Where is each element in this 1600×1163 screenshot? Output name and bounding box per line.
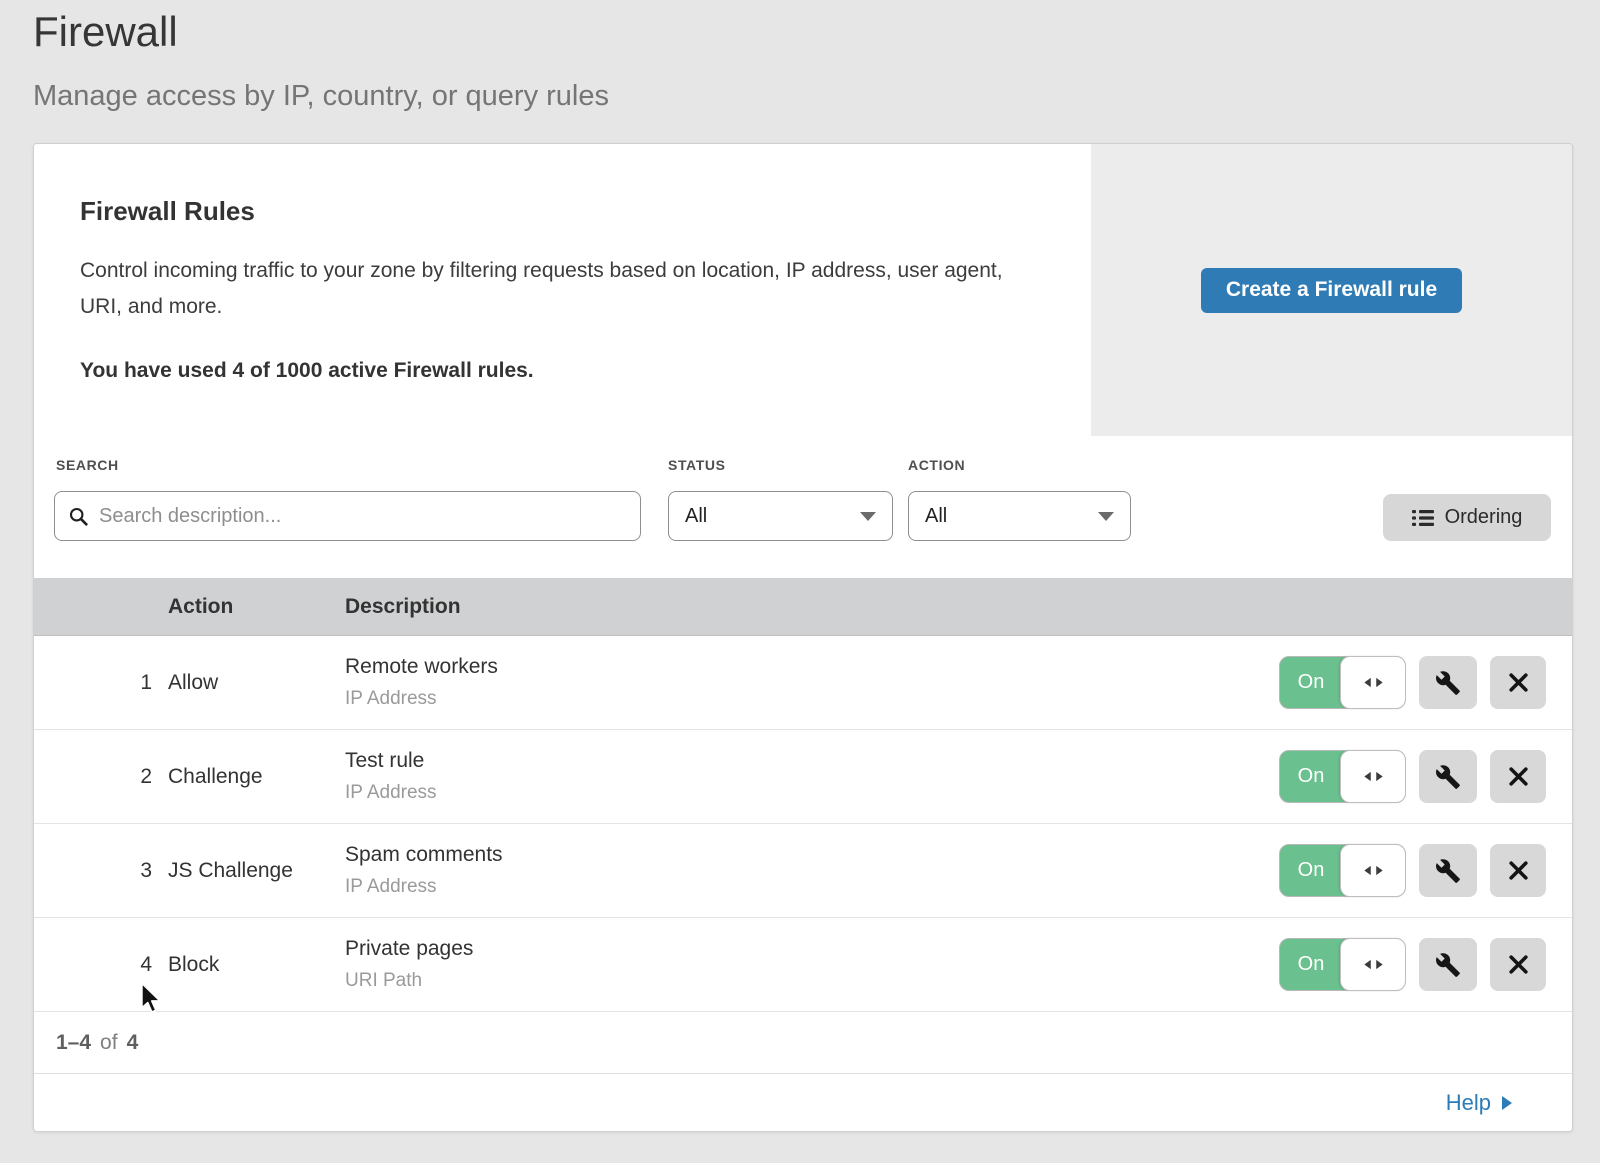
table-row: 4 Block Private pages URI Path On <box>34 918 1572 1012</box>
pagination-total: 4 <box>127 1031 139 1055</box>
rule-description: Remote workers <box>345 655 1279 679</box>
toggle-drag-handle[interactable] <box>1340 656 1406 709</box>
rule-priority: 3 <box>34 859 168 883</box>
rules-heading: Firewall Rules <box>80 196 1031 227</box>
pagination: 1–4 of 4 <box>34 1012 1572 1074</box>
toggle-drag-handle[interactable] <box>1340 844 1406 897</box>
table-row: 2 Challenge Test rule IP Address On <box>34 730 1572 824</box>
rule-action: Allow <box>168 671 345 695</box>
help-link[interactable]: Help <box>1446 1090 1512 1116</box>
rule-enabled-toggle[interactable]: On <box>1279 656 1406 709</box>
rule-description: Test rule <box>345 749 1279 773</box>
caret-down-icon <box>1098 512 1114 521</box>
rule-controls: On <box>1279 938 1546 991</box>
wrench-icon <box>1435 764 1461 790</box>
pagination-range: 1–4 <box>56 1031 91 1055</box>
table-header: Action Description <box>34 578 1572 636</box>
status-select-value: All <box>685 505 707 528</box>
toggle-state-label: On <box>1280 751 1342 802</box>
filter-bar: SEARCH STATUS All ACTION All <box>34 436 1572 578</box>
edit-rule-button[interactable] <box>1419 938 1477 991</box>
table-row: 3 JS Challenge Spam comments IP Address … <box>34 824 1572 918</box>
rule-description-cell: Remote workers IP Address <box>345 655 1279 710</box>
rule-controls: On <box>1279 750 1546 803</box>
x-icon <box>1508 672 1529 693</box>
x-icon <box>1508 766 1529 787</box>
caret-down-icon <box>860 512 876 521</box>
rule-match-type: URI Path <box>345 970 1279 992</box>
x-icon <box>1508 954 1529 975</box>
arrow-right-icon <box>1502 1096 1512 1110</box>
toggle-state-label: On <box>1280 845 1342 896</box>
edit-rule-button[interactable] <box>1419 844 1477 897</box>
toggle-state-label: On <box>1280 657 1342 708</box>
delete-rule-button[interactable] <box>1490 844 1546 897</box>
rule-description-cell: Spam comments IP Address <box>345 843 1279 898</box>
rule-priority: 4 <box>34 953 168 977</box>
rule-action: Challenge <box>168 765 345 789</box>
rule-description: Private pages <box>345 937 1279 961</box>
arrows-horizontal-icon <box>1363 865 1384 876</box>
rule-action: JS Challenge <box>168 859 345 883</box>
page-subtitle: Manage access by IP, country, or query r… <box>33 80 609 113</box>
rule-enabled-toggle[interactable]: On <box>1279 938 1406 991</box>
rule-controls: On <box>1279 656 1546 709</box>
delete-rule-button[interactable] <box>1490 656 1546 709</box>
firewall-rules-card: Firewall Rules Control incoming traffic … <box>33 143 1573 1132</box>
rule-match-type: IP Address <box>345 876 1279 898</box>
list-icon <box>1412 509 1434 527</box>
table-row: 1 Allow Remote workers IP Address On <box>34 636 1572 730</box>
search-label: SEARCH <box>56 457 119 473</box>
arrows-horizontal-icon <box>1363 959 1384 970</box>
rules-description: Control incoming traffic to your zone by… <box>80 253 1030 325</box>
arrows-horizontal-icon <box>1363 677 1384 688</box>
rules-intro-text: Firewall Rules Control incoming traffic … <box>34 144 1091 436</box>
rule-description-cell: Private pages URI Path <box>345 937 1279 992</box>
rule-description-cell: Test rule IP Address <box>345 749 1279 804</box>
action-label: ACTION <box>908 457 965 473</box>
description-column-header: Description <box>345 595 1572 619</box>
status-select[interactable]: All <box>668 491 893 541</box>
card-footer: Help <box>34 1074 1572 1131</box>
rule-priority: 2 <box>34 765 168 789</box>
wrench-icon <box>1435 858 1461 884</box>
create-rule-panel: Create a Firewall rule <box>1091 144 1572 436</box>
search-field[interactable] <box>54 491 641 541</box>
rule-action: Block <box>168 953 345 977</box>
page-title: Firewall <box>33 8 178 56</box>
wrench-icon <box>1435 670 1461 696</box>
arrows-horizontal-icon <box>1363 771 1384 782</box>
ordering-button[interactable]: Ordering <box>1383 494 1551 541</box>
help-link-label: Help <box>1446 1090 1491 1116</box>
edit-rule-button[interactable] <box>1419 656 1477 709</box>
rule-enabled-toggle[interactable]: On <box>1279 844 1406 897</box>
x-icon <box>1508 860 1529 881</box>
ordering-button-label: Ordering <box>1445 506 1523 529</box>
rule-match-type: IP Address <box>345 688 1279 710</box>
action-select[interactable]: All <box>908 491 1131 541</box>
rule-priority: 1 <box>34 671 168 695</box>
rules-intro-section: Firewall Rules Control incoming traffic … <box>34 144 1572 436</box>
toggle-drag-handle[interactable] <box>1340 750 1406 803</box>
toggle-drag-handle[interactable] <box>1340 938 1406 991</box>
rule-match-type: IP Address <box>345 782 1279 804</box>
search-icon <box>69 507 88 526</box>
create-firewall-rule-button[interactable]: Create a Firewall rule <box>1201 268 1462 313</box>
search-input[interactable] <box>99 505 626 528</box>
rule-controls: On <box>1279 844 1546 897</box>
rule-description: Spam comments <box>345 843 1279 867</box>
rules-usage-note: You have used 4 of 1000 active Firewall … <box>80 359 1031 383</box>
pagination-of-label: of <box>100 1031 118 1055</box>
delete-rule-button[interactable] <box>1490 938 1546 991</box>
action-select-value: All <box>925 505 947 528</box>
rule-enabled-toggle[interactable]: On <box>1279 750 1406 803</box>
toggle-state-label: On <box>1280 939 1342 990</box>
status-label: STATUS <box>668 457 726 473</box>
edit-rule-button[interactable] <box>1419 750 1477 803</box>
action-column-header: Action <box>168 595 345 619</box>
wrench-icon <box>1435 952 1461 978</box>
delete-rule-button[interactable] <box>1490 750 1546 803</box>
